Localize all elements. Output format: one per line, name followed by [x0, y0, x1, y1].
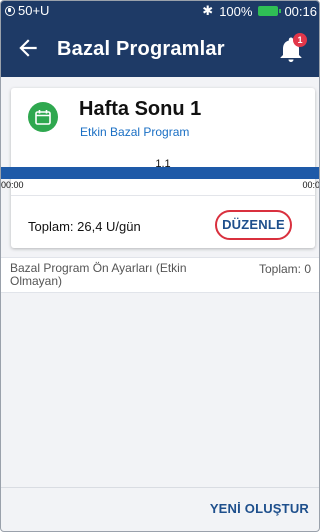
page-title: Bazal Programlar — [57, 38, 225, 60]
daily-total: Toplam: 26,4 U/gün — [28, 219, 141, 234]
edit-button[interactable]: DÜZENLE — [215, 210, 292, 240]
clock: 00:16 — [284, 3, 317, 19]
create-new-button[interactable]: YENİ OLUŞTUR — [210, 501, 309, 516]
notification-badge: 1 — [293, 33, 307, 47]
app-bar: Bazal Programlar 1 — [1, 21, 319, 77]
presets-label: Bazal Program Ön Ayarları (Etkin Olmayan… — [10, 261, 187, 288]
presets-header: Bazal Program Ön Ayarları (Etkin Olmayan… — [1, 257, 319, 293]
device-screen: 50+U ✱ 100% 00:16 Bazal Programlar 1 Haf… — [0, 0, 320, 532]
status-bar: 50+U ✱ 100% 00:16 — [1, 1, 319, 21]
basal-rate-bar — [1, 167, 319, 179]
active-program-card: Hafta Sonu 1 Etkin Bazal Program 1,1 00:… — [1, 88, 319, 248]
notifications-button[interactable]: 1 — [279, 33, 307, 63]
bluetooth-icon: ✱ — [202, 3, 214, 18]
timeline-end-label: 00:00 — [302, 180, 320, 190]
battery-percent: 100% — [219, 3, 253, 19]
calendar-icon — [28, 102, 58, 132]
back-arrow-icon[interactable] — [15, 35, 41, 61]
timeline-start-label: 00:00 — [1, 180, 24, 190]
program-status: Etkin Bazal Program — [80, 125, 190, 139]
presets-list — [1, 293, 319, 487]
sim-icon — [5, 5, 15, 16]
battery-charging-icon — [258, 6, 282, 16]
footer-divider — [1, 487, 319, 488]
card-divider — [11, 195, 315, 196]
program-name: Hafta Sonu 1 — [79, 98, 202, 120]
presets-total: Toplam: 0 — [258, 262, 311, 276]
status-left: 50+U — [5, 3, 49, 18]
status-right: ✱ 100% 00:16 — [202, 3, 317, 19]
carrier-text: 50+U — [18, 3, 50, 18]
